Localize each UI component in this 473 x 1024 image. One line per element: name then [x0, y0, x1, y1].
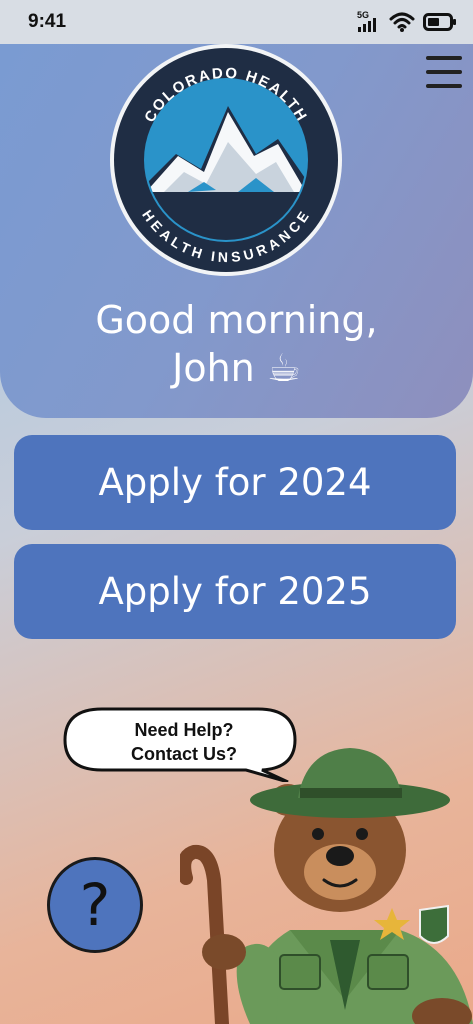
status-bar: 9:41 5G	[0, 0, 473, 44]
colorado-health-logo: COLORADO HEALTH HEALTH INSURANCE	[110, 44, 342, 276]
help-question-icon: ?	[79, 871, 111, 939]
signal-icon: 5G	[357, 10, 376, 32]
help-bubble-line-1: Need Help?	[134, 720, 234, 740]
greeting-line-2: John ☕	[172, 346, 301, 390]
help-button[interactable]: ?	[47, 857, 143, 953]
apply-2024-button[interactable]: Apply for 2024	[14, 435, 456, 530]
apply-2025-button[interactable]: Apply for 2025	[14, 544, 456, 639]
battery-icon	[423, 13, 456, 31]
status-icons: 5G	[357, 10, 457, 34]
greeting: Good morning, John ☕	[0, 296, 473, 392]
hamburger-menu-icon[interactable]	[424, 54, 464, 90]
status-time: 9:41	[28, 11, 67, 32]
greeting-line-1: Good morning,	[95, 298, 378, 342]
network-label: 5G	[357, 10, 369, 20]
ranger-bear-mascot-icon	[180, 748, 473, 1024]
wifi-icon	[389, 12, 415, 32]
